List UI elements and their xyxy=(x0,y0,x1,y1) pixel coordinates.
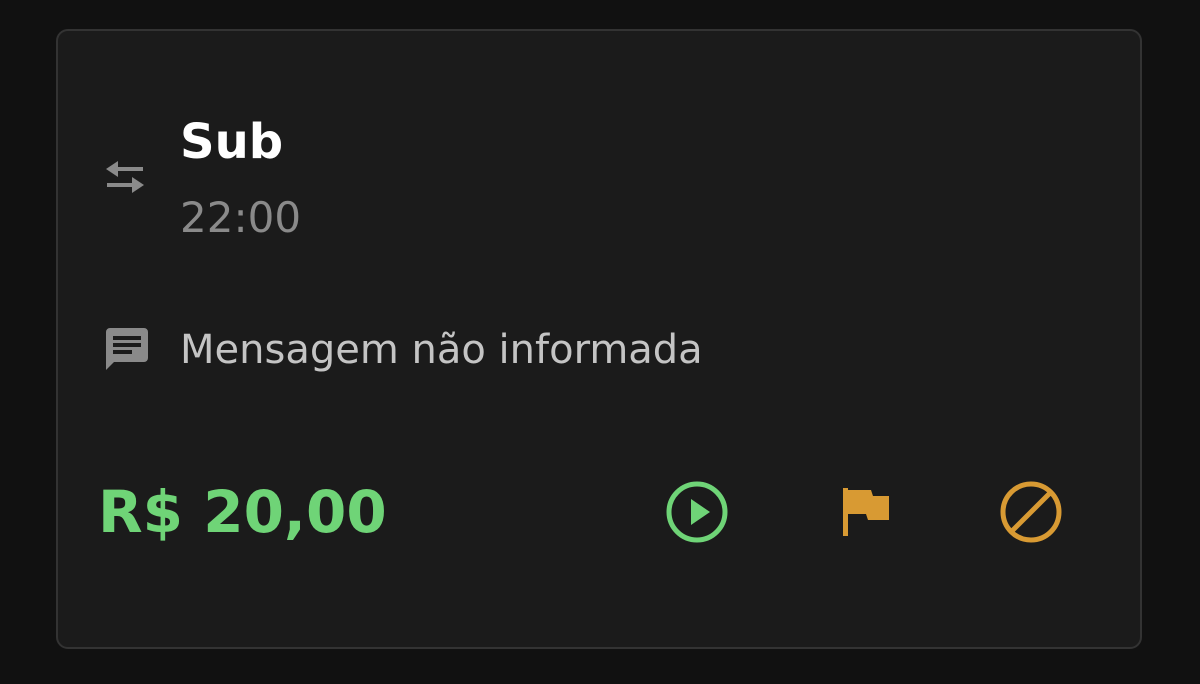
swap-horiz-icon xyxy=(103,159,147,195)
donation-amount: R$ 20,00 xyxy=(98,478,387,546)
chat-bubble-icon xyxy=(102,326,150,374)
play-circle-icon xyxy=(665,480,729,544)
block-button[interactable] xyxy=(995,476,1067,548)
donation-message: Mensagem não informada xyxy=(180,327,703,373)
play-button[interactable] xyxy=(661,476,733,548)
donation-title: Sub xyxy=(180,114,284,170)
donation-time: 22:00 xyxy=(180,193,302,242)
flag-icon xyxy=(837,484,893,540)
flag-button[interactable] xyxy=(829,476,901,548)
block-icon xyxy=(998,479,1064,545)
